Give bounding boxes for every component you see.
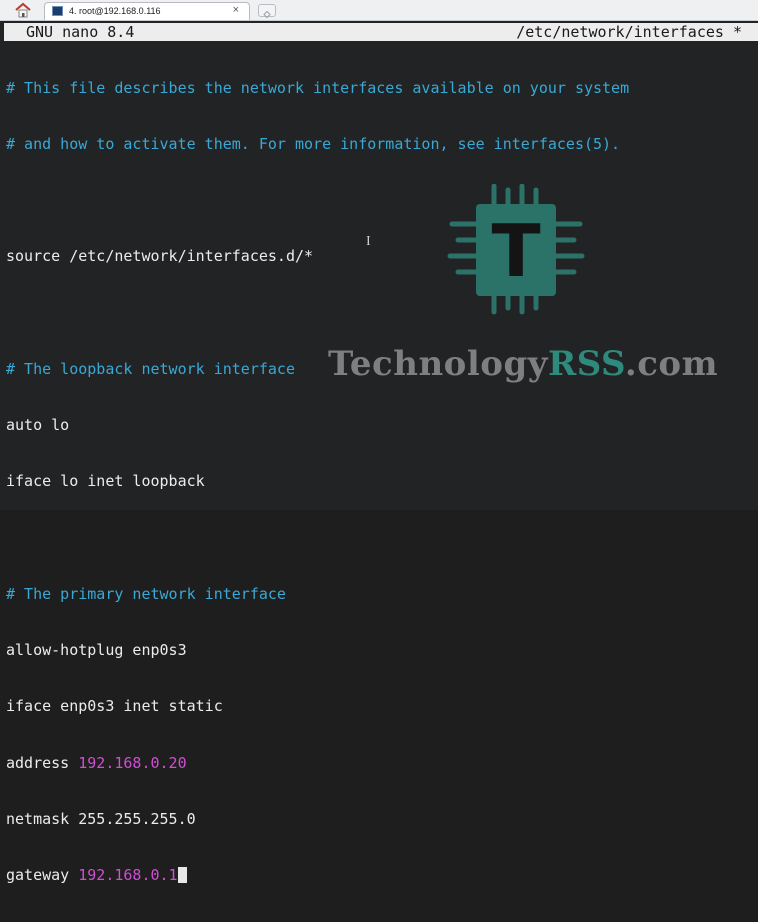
terminal-icon bbox=[52, 6, 63, 16]
tab-label: 4. root@192.168.0.116 bbox=[69, 6, 161, 16]
address-line: address 192.168.0.20 bbox=[6, 754, 629, 773]
watermark-text: TechnologyRSS.com bbox=[328, 344, 718, 384]
nano-version: GNU nano 8.4 bbox=[26, 23, 135, 41]
new-tab-button[interactable] bbox=[258, 4, 276, 19]
tab-session[interactable]: 4. root@192.168.0.116 × bbox=[44, 2, 250, 20]
terminal-window[interactable]: GNU nano 8.4 /etc/network/interfaces * #… bbox=[0, 21, 758, 884]
address-value: 192.168.0.20 bbox=[78, 753, 187, 772]
file-path: /etc/network/interfaces * bbox=[516, 23, 742, 41]
config-line: allow-hotplug enp0s3 bbox=[6, 641, 187, 659]
gateway-key: gateway bbox=[6, 866, 79, 884]
nano-title-bar: GNU nano 8.4 /etc/network/interfaces * bbox=[4, 23, 758, 41]
config-line: iface lo inet loopback bbox=[6, 472, 205, 491]
comment-line: # This file describes the network interf… bbox=[6, 78, 630, 97]
text-cursor bbox=[177, 867, 187, 883]
gateway-line: gateway 192.168.0.1 bbox=[6, 866, 629, 885]
mouse-ibeam-icon: I bbox=[366, 234, 371, 249]
tab-bar: 4. root@192.168.0.116 × bbox=[0, 0, 758, 21]
watermark-text-main: Technology bbox=[328, 344, 548, 384]
watermark-logo-letter: T bbox=[491, 209, 540, 293]
config-line: auto lo bbox=[6, 416, 70, 434]
comment-line: # and how to activate them. For more inf… bbox=[6, 134, 621, 153]
watermark-logo: T bbox=[447, 184, 585, 315]
comment-line: # The primary network interface bbox=[6, 584, 286, 603]
home-icon[interactable] bbox=[14, 2, 32, 18]
gateway-value: 192.168.0.1 bbox=[78, 866, 178, 884]
config-line: iface enp0s3 inet static bbox=[6, 697, 223, 716]
editor-content[interactable]: # This file describes the network interf… bbox=[6, 41, 629, 922]
new-tab-icon bbox=[263, 10, 271, 19]
watermark-text-tail: .com bbox=[624, 344, 719, 384]
close-icon[interactable]: × bbox=[233, 4, 239, 16]
watermark-text-rss: RSS bbox=[547, 344, 625, 384]
netmask-line: netmask 255.255.255.0 bbox=[6, 809, 196, 828]
address-key: address bbox=[6, 753, 79, 772]
